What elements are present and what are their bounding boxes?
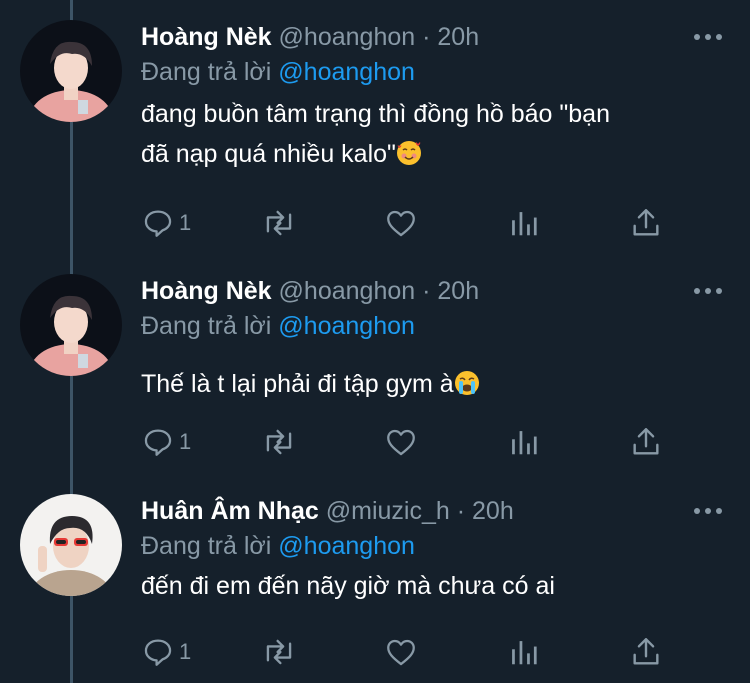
avatar[interactable] — [20, 494, 122, 596]
retweet-button[interactable] — [261, 203, 297, 243]
reply-button[interactable]: 1 — [141, 203, 191, 243]
reply-count: 1 — [179, 210, 192, 235]
reply-button[interactable]: 1 — [141, 632, 191, 672]
tweet-header: Huân Âm Nhạc @miuzic_h · 20h — [141, 494, 730, 528]
tweet-text-line: Thế là t lại phải đi tập gym à — [141, 370, 454, 398]
tweet-actions: 1 — [141, 632, 681, 672]
reply-icon — [144, 429, 172, 456]
tweet-text-line: đang buồn tâm trạng thì đồng hồ báo "bạn — [141, 100, 610, 128]
heart-icon — [387, 639, 415, 666]
tweet-text-line: đến đi em đến nãy giờ mà chưa có ai — [141, 572, 555, 600]
share-icon — [633, 209, 659, 236]
retweet-icon — [266, 210, 292, 236]
tweet-header: Hoàng Nèk @hoanghon · 20h — [141, 20, 730, 54]
tweet-actions: 1 — [141, 203, 681, 243]
analytics-icon — [512, 641, 537, 665]
tweet-text: đang buồn tâm trạng thì đồng hồ báo "bạn… — [141, 94, 730, 174]
display-name[interactable]: Hoàng Nèk — [141, 277, 272, 305]
tweet[interactable]: Hoàng Nèk @hoanghon · 20h Đang trả lời @… — [0, 20, 750, 260]
timestamp[interactable]: 20h — [472, 497, 514, 525]
reply-handle-link[interactable]: @hoanghon — [278, 58, 415, 86]
retweet-icon — [266, 429, 292, 455]
retweet-button[interactable] — [261, 422, 297, 462]
smiling-face-with-hearts-icon — [396, 141, 421, 165]
share-icon — [633, 428, 659, 455]
tweet[interactable]: Hoàng Nèk @hoanghon · 20h Đang trả lời @… — [0, 274, 750, 474]
heart-icon — [387, 210, 415, 237]
tweet[interactable]: Huân Âm Nhạc @miuzic_h · 20h Đang trả lờ… — [0, 494, 750, 683]
reply-icon — [144, 639, 172, 666]
tweet-text-line: đã nạp quá nhiều kalo" — [141, 140, 396, 168]
reply-count: 1 — [179, 639, 192, 664]
tweet-actions: 1 — [141, 422, 681, 462]
analytics-button[interactable] — [508, 203, 538, 243]
share-button[interactable] — [629, 203, 663, 243]
separator-dot: · — [422, 23, 431, 51]
replying-to: Đang trả lời @hoanghon — [141, 54, 730, 90]
retweet-icon — [266, 639, 292, 665]
avatar[interactable] — [20, 20, 122, 122]
loudly-crying-face-icon — [454, 371, 479, 395]
like-button[interactable] — [384, 422, 418, 462]
avatar[interactable] — [20, 274, 122, 376]
analytics-button[interactable] — [508, 632, 538, 672]
analytics-icon — [512, 212, 537, 236]
reply-prefix: Đang trả lời — [141, 532, 272, 560]
retweet-button[interactable] — [261, 632, 297, 672]
display-name[interactable]: Hoàng Nèk — [141, 23, 272, 51]
handle[interactable]: @miuzic_h — [326, 497, 450, 525]
display-name[interactable]: Huân Âm Nhạc — [141, 497, 319, 525]
handle[interactable]: @hoanghon — [279, 23, 416, 51]
share-button[interactable] — [629, 422, 663, 462]
like-button[interactable] — [384, 203, 418, 243]
more-options-icon[interactable] — [694, 286, 722, 296]
reply-icon — [144, 210, 172, 237]
replying-to: Đang trả lời @hoanghon — [141, 528, 730, 564]
tweet-text: Thế là t lại phải đi tập gym à — [141, 364, 730, 404]
share-button[interactable] — [629, 632, 663, 672]
separator-dot: · — [422, 277, 431, 305]
reply-handle-link[interactable]: @hoanghon — [278, 532, 415, 560]
like-button[interactable] — [384, 632, 418, 672]
tweet-text: đến đi em đến nãy giờ mà chưa có ai — [141, 566, 730, 606]
more-options-icon[interactable] — [694, 506, 722, 516]
more-options-icon[interactable] — [694, 32, 722, 42]
reply-handle-link[interactable]: @hoanghon — [278, 312, 415, 340]
reply-button[interactable]: 1 — [141, 422, 191, 462]
reply-prefix: Đang trả lời — [141, 312, 272, 340]
replying-to: Đang trả lời @hoanghon — [141, 308, 730, 344]
tweet-header: Hoàng Nèk @hoanghon · 20h — [141, 274, 730, 308]
handle[interactable]: @hoanghon — [279, 277, 416, 305]
timestamp[interactable]: 20h — [437, 23, 479, 51]
reply-prefix: Đang trả lời — [141, 58, 272, 86]
heart-icon — [387, 429, 415, 456]
analytics-icon — [512, 431, 537, 455]
share-icon — [633, 638, 659, 665]
timestamp[interactable]: 20h — [437, 277, 479, 305]
separator-dot: · — [456, 497, 466, 525]
analytics-button[interactable] — [508, 422, 538, 462]
reply-count: 1 — [179, 429, 192, 454]
